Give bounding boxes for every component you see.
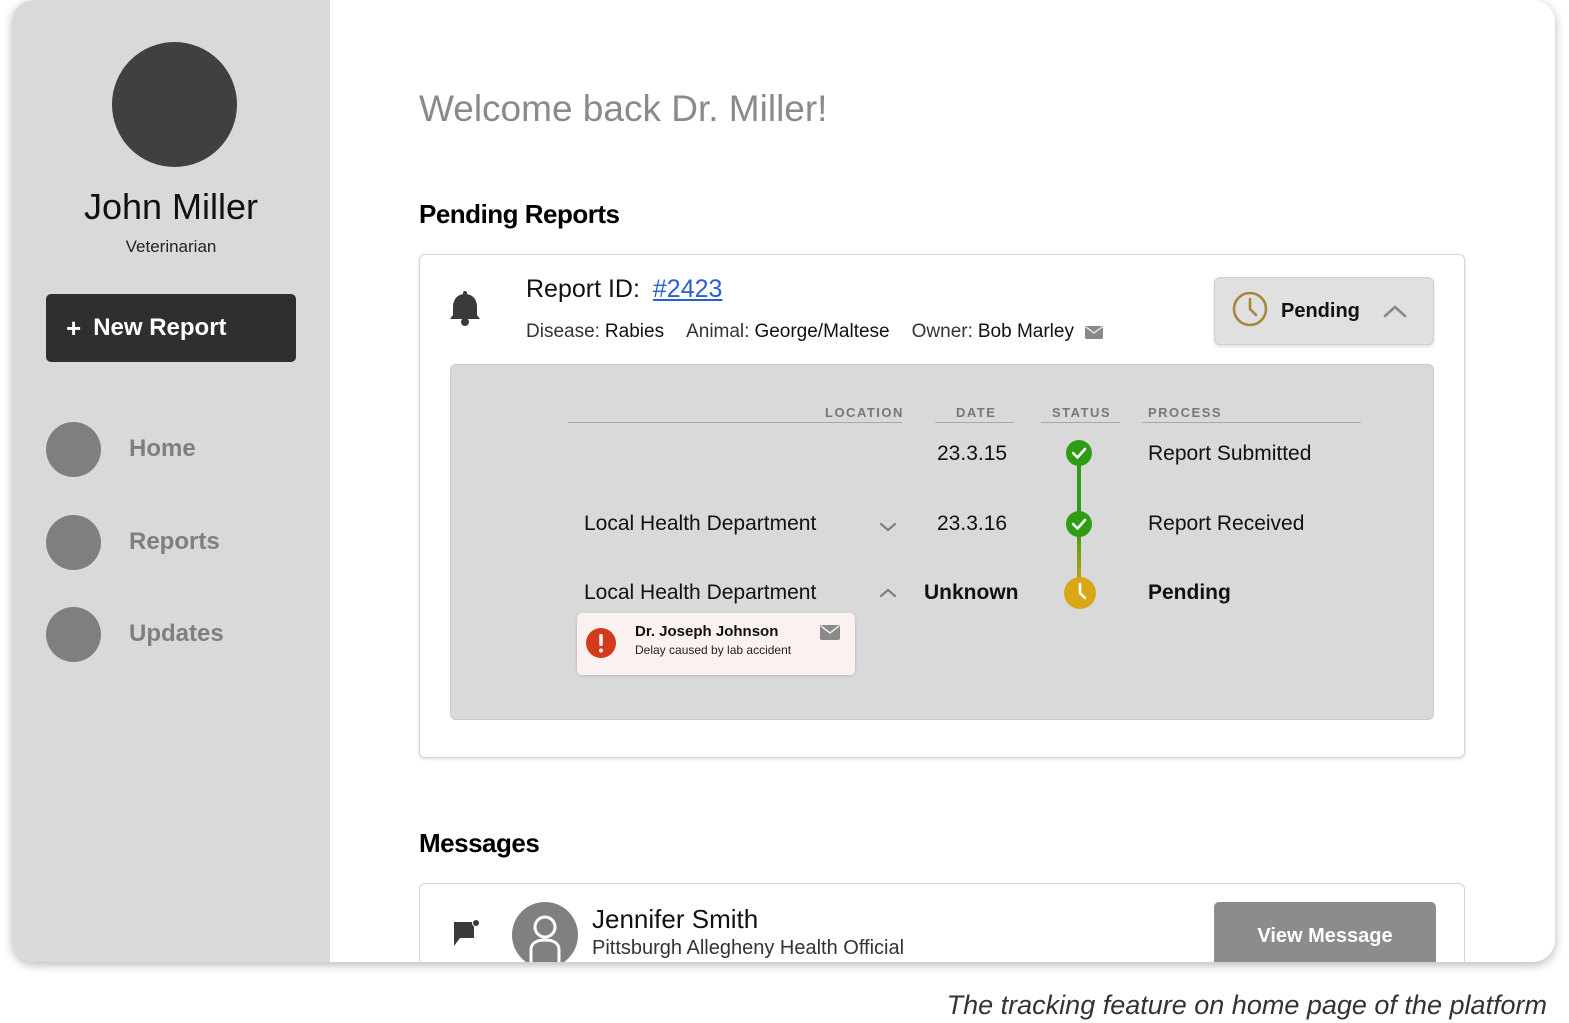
- report-id: Report ID: #2423: [526, 275, 722, 304]
- app-window: John Miller Veterinarian + New Report Ho…: [12, 0, 1555, 962]
- row-date: 23.3.15: [937, 442, 1008, 465]
- chevron-up-icon: [1383, 304, 1407, 323]
- row-date: 23.3.16: [937, 512, 1008, 535]
- animal-value: George/Maltese: [754, 321, 890, 342]
- header-process: PROCESS: [1148, 405, 1223, 420]
- sender-name: Jennifer Smith: [592, 904, 759, 934]
- chevron-up-icon[interactable]: [879, 586, 897, 604]
- status-label: Pending: [1281, 299, 1360, 322]
- header-location: LOCATION: [825, 405, 904, 420]
- sidebar-item-label: Reports: [129, 528, 220, 555]
- clock-icon: [1231, 290, 1269, 333]
- report-card: Report ID: #2423 Disease: Rabies Animal:…: [419, 254, 1465, 758]
- header-date: DATE: [956, 405, 997, 420]
- sidebar-item-updates[interactable]: Updates: [46, 606, 306, 662]
- row-date: Unknown: [924, 581, 1019, 604]
- home-icon: [46, 421, 101, 477]
- alert-sender: Dr. Joseph Johnson: [635, 623, 779, 640]
- sender-title: Pittsburgh Allegheny Health Official: [592, 937, 905, 959]
- mail-icon[interactable]: [1084, 324, 1104, 340]
- disease-value: Rabies: [604, 321, 665, 342]
- row-location: Local Health Department: [584, 512, 817, 535]
- row-process: Pending: [1148, 581, 1231, 604]
- bell-icon: [448, 291, 482, 332]
- new-report-button[interactable]: + New Report: [46, 294, 296, 362]
- view-message-button[interactable]: View Message: [1214, 902, 1436, 962]
- tracking-panel: LOCATION DATE STATUS PROCESS 23.3.15 Rep…: [450, 364, 1434, 720]
- sidebar-item-label: Home: [129, 435, 196, 462]
- flag-message-icon: [452, 918, 482, 953]
- mail-icon[interactable]: [819, 624, 841, 646]
- row-location: Local Health Department: [584, 581, 817, 604]
- message-card: Jennifer Smith Pittsburgh Allegheny Heal…: [419, 883, 1465, 962]
- check-icon: [1065, 510, 1093, 543]
- clock-icon: [1063, 576, 1097, 615]
- chevron-down-icon[interactable]: [879, 520, 897, 538]
- report-id-link[interactable]: #2423: [653, 275, 723, 303]
- delay-alert[interactable]: Dr. Joseph Johnson Delay caused by lab a…: [577, 613, 855, 675]
- sidebar: John Miller Veterinarian + New Report Ho…: [12, 0, 330, 962]
- sidebar-item-home[interactable]: Home: [46, 421, 306, 477]
- alert-icon: [585, 627, 617, 664]
- check-icon: [1065, 439, 1093, 472]
- figure-caption: The tracking feature on home page of the…: [946, 990, 1547, 1020]
- reports-icon: [46, 514, 101, 570]
- updates-icon: [46, 606, 101, 662]
- sidebar-item-reports[interactable]: Reports: [46, 514, 306, 570]
- header-underline: [568, 422, 902, 423]
- user-role: Veterinarian: [125, 237, 217, 256]
- new-report-label: New Report: [93, 314, 227, 341]
- pending-reports-title: Pending Reports: [419, 199, 620, 229]
- sender-avatar: [512, 902, 578, 962]
- header-underline: [1142, 422, 1361, 423]
- report-id-label: Report ID:: [526, 275, 640, 303]
- disease-label: Disease:: [526, 321, 600, 342]
- header-status: STATUS: [1052, 405, 1112, 420]
- messages-title: Messages: [419, 828, 540, 858]
- row-process: Report Received: [1148, 512, 1305, 535]
- profile-avatar[interactable]: [112, 42, 237, 167]
- report-meta: Disease: Rabies Animal: George/Maltese O…: [526, 321, 1104, 343]
- alert-message: Delay caused by lab accident: [635, 643, 792, 657]
- plus-icon: +: [66, 312, 82, 343]
- user-name: John Miller: [83, 186, 259, 227]
- row-process: Report Submitted: [1148, 442, 1312, 465]
- welcome-heading: Welcome back Dr. Miller!: [419, 88, 828, 129]
- header-underline: [935, 422, 1014, 423]
- status-toggle-button[interactable]: Pending: [1214, 277, 1434, 345]
- owner-value: Bob Marley: [977, 321, 1074, 342]
- animal-label: Animal:: [686, 321, 750, 342]
- header-underline: [1041, 422, 1120, 423]
- sidebar-item-label: Updates: [129, 620, 224, 647]
- owner-label: Owner:: [911, 321, 973, 342]
